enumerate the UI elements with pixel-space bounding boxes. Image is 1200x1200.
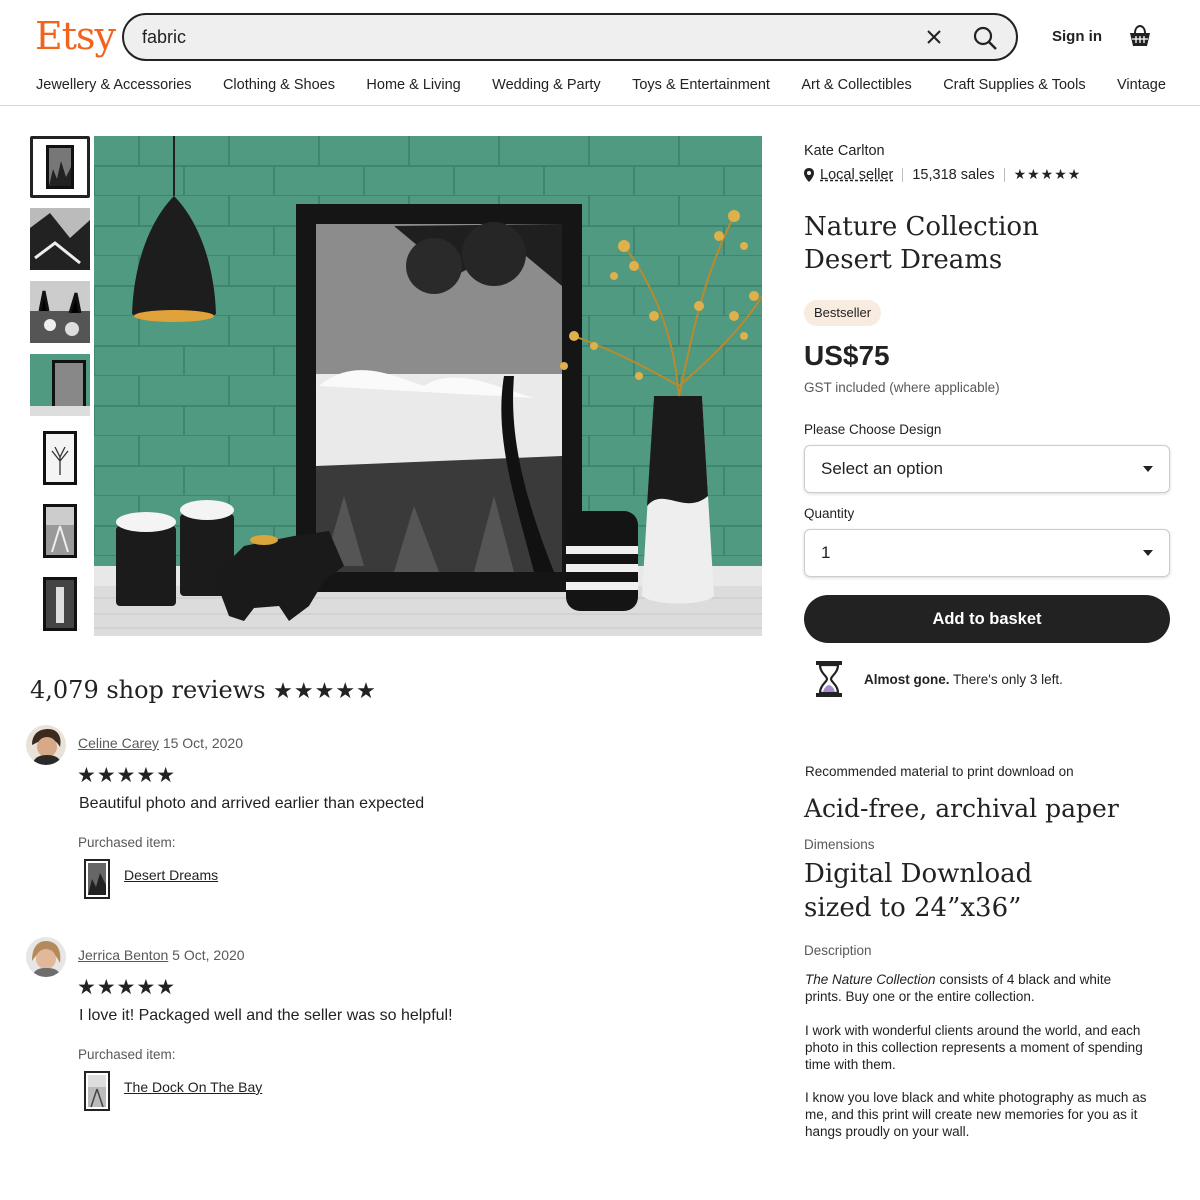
site-header: Etsy fabric Sign in Jewellery & Accessor…: [0, 0, 1200, 106]
quantity-select[interactable]: 1: [804, 529, 1170, 577]
stock-notice-text: Almost gone. There's only 3 left.: [864, 672, 1063, 687]
purchased-item-label: Purchased item:: [78, 835, 176, 850]
add-to-basket-button[interactable]: Add to basket: [804, 595, 1170, 643]
shop-name[interactable]: Kate Carlton: [804, 143, 885, 159]
product-title-line2: Desert Dreams: [804, 245, 1003, 275]
product-price: US$75: [804, 340, 890, 371]
review-text: I love it! Packaged well and the seller …: [79, 1007, 453, 1024]
nav-toys[interactable]: Toys & Entertainment: [632, 77, 770, 93]
review-date: 5 Oct, 2020: [172, 947, 245, 963]
product-main-image[interactable]: [94, 136, 762, 636]
meta-divider: [1003, 168, 1005, 182]
product-title: Nature Collection Desert Dreams: [804, 211, 1170, 277]
dimensions-label: Dimensions: [804, 837, 875, 852]
purchased-item-link[interactable]: The Dock On The Bay: [124, 1079, 262, 1095]
dimensions-line1: Digital Download: [804, 859, 1033, 889]
quantity-select-value: 1: [821, 543, 831, 562]
search-bar[interactable]: fabric: [122, 13, 1018, 61]
thumbnail-1[interactable]: [30, 136, 90, 198]
review-meta: Celine Carey 15 Oct, 2020: [78, 735, 243, 751]
nav-jewellery[interactable]: Jewellery & Accessories: [36, 77, 192, 93]
design-select[interactable]: Select an option: [804, 445, 1170, 493]
close-icon[interactable]: [922, 25, 946, 49]
design-label: Please Choose Design: [804, 422, 942, 437]
search-icon[interactable]: [972, 25, 998, 51]
etsy-logo[interactable]: Etsy: [35, 14, 116, 58]
gst-note: GST included (where applicable): [804, 380, 1000, 395]
nav-home-living[interactable]: Home & Living: [366, 77, 460, 93]
review-item: Jerrica Benton 5 Oct, 2020 ★★★★★ I love …: [26, 937, 726, 1117]
review-text: Beautiful photo and arrived earlier than…: [79, 795, 425, 812]
dimensions-line2: sized to 24”x36”: [804, 893, 1022, 923]
review-meta: Jerrica Benton 5 Oct, 2020: [78, 947, 245, 963]
review-stars: ★★★★★: [77, 763, 177, 787]
sign-in-link[interactable]: Sign in: [1052, 28, 1102, 45]
purchased-item-label: Purchased item:: [78, 1047, 176, 1062]
bestseller-badge: Bestseller: [804, 300, 882, 326]
sales-count: 15,318 sales: [912, 167, 995, 183]
avatar[interactable]: [26, 725, 66, 765]
almost-gone-label: Almost gone.: [864, 672, 950, 687]
description-paragraph-1: The Nature Collection consists of 4 blac…: [805, 971, 1150, 1005]
category-nav: Jewellery & Accessories Clothing & Shoes…: [36, 77, 1166, 93]
description-label: Description: [804, 943, 872, 958]
description-paragraph-3: I know you love black and white photogra…: [805, 1090, 1147, 1139]
thumbnail-7[interactable]: [30, 573, 90, 635]
location-pin-icon: [804, 168, 814, 182]
purchased-item-link[interactable]: Desert Dreams: [124, 867, 218, 883]
hourglass-icon: [816, 661, 842, 697]
reviews-count: 4,079 shop reviews: [30, 676, 266, 704]
reviews-heading: 4,079 shop reviews ★★★★★: [30, 676, 377, 704]
quantity-label: Quantity: [804, 506, 855, 521]
local-seller-link[interactable]: Local seller: [820, 167, 893, 183]
search-input[interactable]: fabric: [142, 27, 186, 48]
product-title-line1: Nature Collection: [804, 212, 1039, 242]
reviewer-name[interactable]: Jerrica Benton: [78, 947, 168, 963]
recommended-material-value: Acid-free, archival paper: [804, 794, 1119, 823]
description-italic: The Nature Collection: [805, 972, 936, 987]
meta-divider: [902, 168, 904, 182]
shop-rating-stars: ★★★★★: [1013, 167, 1082, 183]
thumbnail-4[interactable]: [30, 354, 90, 416]
nav-art[interactable]: Art & Collectibles: [801, 77, 911, 93]
purchased-item-thumbnail[interactable]: [84, 859, 110, 899]
review-item: Celine Carey 15 Oct, 2020 ★★★★★ Beautifu…: [26, 725, 726, 905]
thumbnail-5[interactable]: [30, 427, 90, 489]
stock-notice: Almost gone. There's only 3 left.: [814, 661, 1170, 697]
recommended-material-label: Recommended material to print download o…: [805, 764, 1074, 779]
design-select-value: Select an option: [821, 459, 943, 478]
thumbnail-6[interactable]: [30, 500, 90, 562]
description-paragraph-2: I work with wonderful clients around the…: [805, 1023, 1143, 1072]
nav-clothing[interactable]: Clothing & Shoes: [223, 77, 335, 93]
nav-vintage[interactable]: Vintage: [1117, 77, 1166, 93]
reviewer-name[interactable]: Celine Carey: [78, 735, 159, 751]
review-stars: ★★★★★: [77, 975, 177, 999]
thumbnail-2[interactable]: [30, 208, 90, 270]
nav-wedding[interactable]: Wedding & Party: [492, 77, 601, 93]
shop-meta: Local seller 15,318 sales ★★★★★: [804, 167, 1081, 183]
basket-icon[interactable]: [1128, 24, 1152, 48]
almost-gone-detail: There's only 3 left.: [949, 672, 1063, 687]
chevron-down-icon: [1143, 550, 1153, 556]
thumbnail-3[interactable]: [30, 281, 90, 343]
dimensions-value: Digital Download sized to 24”x36”: [804, 857, 1170, 925]
reviews-rating-stars: ★★★★★: [273, 679, 377, 704]
chevron-down-icon: [1143, 466, 1153, 472]
review-date: 15 Oct, 2020: [162, 735, 243, 751]
avatar[interactable]: [26, 937, 66, 977]
purchased-item-thumbnail[interactable]: [84, 1071, 110, 1111]
nav-craft[interactable]: Craft Supplies & Tools: [943, 77, 1085, 93]
